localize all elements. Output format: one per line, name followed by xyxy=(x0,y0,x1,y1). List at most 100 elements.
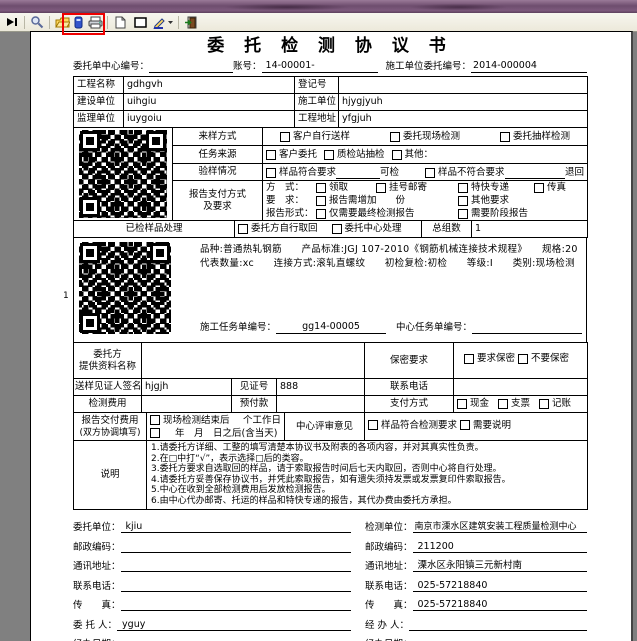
total-groups-label: 总组数 xyxy=(422,221,472,238)
construct-task-label: 施工任务单编号： xyxy=(200,322,276,334)
register-no-value xyxy=(339,77,588,94)
option-label: 仅需要最终检测报告 xyxy=(329,207,415,220)
checkbox xyxy=(150,415,160,425)
client-date-label: 经办日期： xyxy=(73,636,121,641)
center-no-line xyxy=(149,60,233,73)
option-label: 需要说明 xyxy=(473,419,511,432)
center-review-label: 中心评审意见 xyxy=(285,413,365,441)
pay-mode-prefix: 方 式： xyxy=(266,181,316,194)
account-label: 账号： xyxy=(233,61,262,73)
address-label: 工程地址 xyxy=(295,111,339,128)
checkbox xyxy=(316,183,326,193)
construct-unit-value: hjygjyuh xyxy=(339,94,588,111)
client-phone-value xyxy=(121,591,351,592)
checkbox xyxy=(332,224,342,234)
client-unit-value: kjiu xyxy=(121,521,351,533)
note-line: 5.中心在收到全部检测费用后发放检测报告。 xyxy=(151,485,583,496)
witness-sign-value: hjgjh xyxy=(142,379,232,396)
toolbar xyxy=(0,13,637,32)
client-fax-value xyxy=(121,610,351,611)
processed-sample-table: 已检样品处理 委托方自行取回 委托中心处理 总组数 1 xyxy=(73,220,588,238)
notes-label: 说明 xyxy=(74,441,147,510)
checkbox xyxy=(390,132,400,142)
test-address-label: 通讯地址： xyxy=(365,558,413,572)
option-label: 其他： xyxy=(405,149,434,161)
option-label: 需要阶段报告 xyxy=(471,207,528,220)
witness-sign-label: 送样见证人签名 xyxy=(74,379,142,396)
checkbox xyxy=(238,224,248,234)
checkbox xyxy=(316,196,326,206)
single-page-button[interactable] xyxy=(110,14,130,30)
client-fax-label: 传 真： xyxy=(73,597,121,611)
checkbox xyxy=(266,168,276,178)
checkbox xyxy=(324,150,334,160)
edit-button[interactable] xyxy=(150,14,176,30)
test-unit-value: 南京市溧水区建筑安装工程质量检测中心 xyxy=(413,519,587,533)
last-page-button[interactable] xyxy=(2,14,22,30)
option-label: 客户委托 xyxy=(279,149,317,161)
rectangle-icon xyxy=(134,17,147,28)
test-zip-value: 211200 xyxy=(413,541,587,553)
zoom-button[interactable] xyxy=(27,14,47,30)
sampling-mode-label: 来样方式 xyxy=(173,128,263,146)
checkbox xyxy=(266,150,276,160)
option-label: 领取 xyxy=(329,181,348,194)
construct-unit-label: 施工单位 xyxy=(295,94,339,111)
checkbox xyxy=(498,399,508,409)
checkbox xyxy=(425,168,435,178)
materials-label: 委托方提供资料名称 xyxy=(74,343,142,379)
client-phone-label: 联系电话： xyxy=(73,578,121,592)
address-value: yfgjuh xyxy=(339,111,588,128)
option-label: 挂号邮寄 xyxy=(389,181,427,194)
option-label: 其他要求 xyxy=(471,194,509,207)
qr-code xyxy=(79,130,167,218)
note-line: 3.委托方要求自选取回的样品，请于索取报告时间后七天内取回，否则中心将自行处理。 xyxy=(151,464,583,475)
register-no-label: 登记号 xyxy=(295,77,339,94)
report-form-prefix: 报告形式： xyxy=(266,207,316,220)
report-pay-label: 报告支付方式及要求 xyxy=(173,181,263,221)
supervisor-unit-label: 监理单位 xyxy=(74,111,124,128)
client-unit-label: 委托单位： xyxy=(73,519,121,533)
witness-no-label: 见证号 xyxy=(232,379,277,396)
test-phone-label: 联系电话： xyxy=(365,578,413,592)
prepay-value xyxy=(277,396,365,413)
option-label: 特快专递 xyxy=(471,181,509,194)
qr-cell xyxy=(74,128,173,221)
header-line: 委托单中心编号： 账号： 14-00001- 施工单位委托编号： 2014-00… xyxy=(73,59,587,73)
option-label: 样品符合检测要求 xyxy=(381,419,457,432)
toolbar-separator xyxy=(24,16,25,29)
sample-box: 1 品种:普通热轧钢筋 产品标准:JGJ 107-2010《钢筋机械连接技术规程… xyxy=(73,237,587,343)
test-person-label: 经 办 人： xyxy=(365,617,409,631)
contact-phone-value xyxy=(454,379,588,396)
materials-value xyxy=(142,343,365,379)
sample-index: 1 xyxy=(63,290,69,302)
notes-table: 说明 1.请委托方详细、工整的填写清楚本协议书及附表的各项内容，并对其真实性负责… xyxy=(73,440,588,510)
client-zip-value xyxy=(121,552,351,553)
project-info-table: 工程名称 gdhgvh 登记号 建设单位 uihgiu 施工单位 hjygjyu… xyxy=(73,76,588,128)
last-page-icon xyxy=(5,15,19,29)
builder-no-value: 2014-000004 xyxy=(471,60,587,73)
page-icon xyxy=(115,16,126,29)
blank-line xyxy=(336,166,380,179)
window-titlebar xyxy=(0,0,637,13)
option-label: 委托抽样检测 xyxy=(513,131,570,143)
pay-req-prefix: 要 求： xyxy=(266,194,316,207)
option-label: 退回 xyxy=(565,167,584,179)
action-highlight-box xyxy=(62,13,105,35)
toolbar-separator xyxy=(107,16,108,29)
checkbox xyxy=(518,354,528,364)
delivery-fee-label: 报告交付费用(双方协调填写) xyxy=(74,413,147,441)
page-setup-button[interactable] xyxy=(130,14,150,30)
test-person-value xyxy=(409,630,587,631)
pay-method-label: 支付方式 xyxy=(365,396,454,413)
option-label: 现场检测结束后 xyxy=(163,414,230,427)
exit-button[interactable] xyxy=(181,14,201,30)
toolbar-separator xyxy=(178,16,179,29)
checkbox xyxy=(460,420,470,430)
checkbox xyxy=(534,183,544,193)
sample-description: 品种:普通热轧钢筋 产品标准:JGJ 107-2010《钢筋机械连接技术规程》 … xyxy=(200,243,586,270)
test-fee-label: 检测费用 xyxy=(74,396,142,413)
option-label: 委托方自行取回 xyxy=(251,223,318,235)
option-label: 委托中心处理 xyxy=(345,223,402,235)
project-name-label: 工程名称 xyxy=(74,77,124,94)
